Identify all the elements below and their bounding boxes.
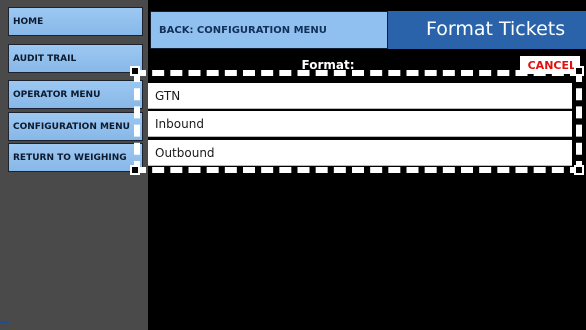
- highlight-corner-handle: [130, 165, 140, 175]
- sidebar-item-home[interactable]: HOME: [8, 7, 143, 36]
- sidebar-item-audit-trail[interactable]: AUDIT TRAIL: [8, 44, 143, 73]
- format-option-gtn[interactable]: GTN: [148, 83, 572, 109]
- highlight-corner-handle: [574, 165, 584, 175]
- back-button[interactable]: BACK: CONFIGURATION MENU: [150, 11, 388, 49]
- format-label: Format:: [301, 58, 355, 72]
- highlight-corner-handle: [574, 66, 584, 76]
- cancel-button[interactable]: CANCEL: [520, 56, 580, 74]
- header-bar: BACK: CONFIGURATION MENU Format Tickets: [148, 11, 586, 50]
- sidebar-item-return-to-weighing[interactable]: RETURN TO WEIGHING: [8, 143, 143, 172]
- format-options-list: GTN Inbound Outbound: [148, 83, 572, 168]
- highlight-corner-handle: [130, 66, 140, 76]
- sidebar: HOME AUDIT TRAIL OPERATOR MENU CONFIGURA…: [0, 0, 148, 330]
- format-option-outbound[interactable]: Outbound: [148, 140, 572, 166]
- format-option-inbound[interactable]: Inbound: [148, 111, 572, 137]
- sidebar-item-configuration-menu[interactable]: CONFIGURATION MENU: [8, 112, 143, 141]
- sidebar-divider: [0, 321, 10, 323]
- sidebar-item-operator-menu[interactable]: OPERATOR MENU: [8, 80, 143, 109]
- page-title: Format Tickets: [388, 11, 586, 49]
- app-window: HOME AUDIT TRAIL OPERATOR MENU CONFIGURA…: [0, 0, 586, 330]
